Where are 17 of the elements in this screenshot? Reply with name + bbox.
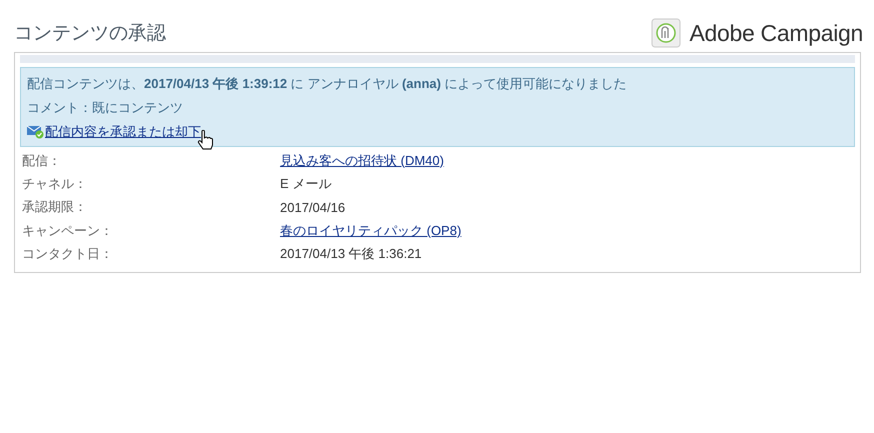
- field-link[interactable]: 春のロイヤリティパック (OP8): [280, 222, 462, 240]
- notice-message: 配信コンテンツは、2017/04/13 午後 1:39:12 に アンナロイヤル (anna) によって使用可能になりました: [27, 75, 628, 93]
- field-value: 2017/04/16: [280, 200, 346, 215]
- field-label: 承認期限：: [22, 198, 88, 216]
- field-link[interactable]: 見込み客への招待状 (DM40): [280, 152, 444, 170]
- field-label: キャンペーン：: [22, 222, 114, 240]
- field-label: チャネル：: [22, 175, 88, 194]
- logo-icon: [651, 18, 682, 48]
- field-label: 配信：: [22, 152, 62, 170]
- field-value: 2017/04/13 午後 1:36:21: [280, 245, 422, 264]
- field-value: E メール: [280, 175, 332, 194]
- approve-reject-link[interactable]: 配信内容を承認または却下: [45, 120, 201, 144]
- comment-text: コメント：既にコンテンツ: [27, 99, 184, 117]
- envelope-check-icon: [27, 125, 45, 139]
- field-label: コンタクト日：: [22, 245, 114, 264]
- page-title: コンテンツの承認: [14, 21, 166, 46]
- brand-name: Adobe Campaign: [689, 20, 863, 46]
